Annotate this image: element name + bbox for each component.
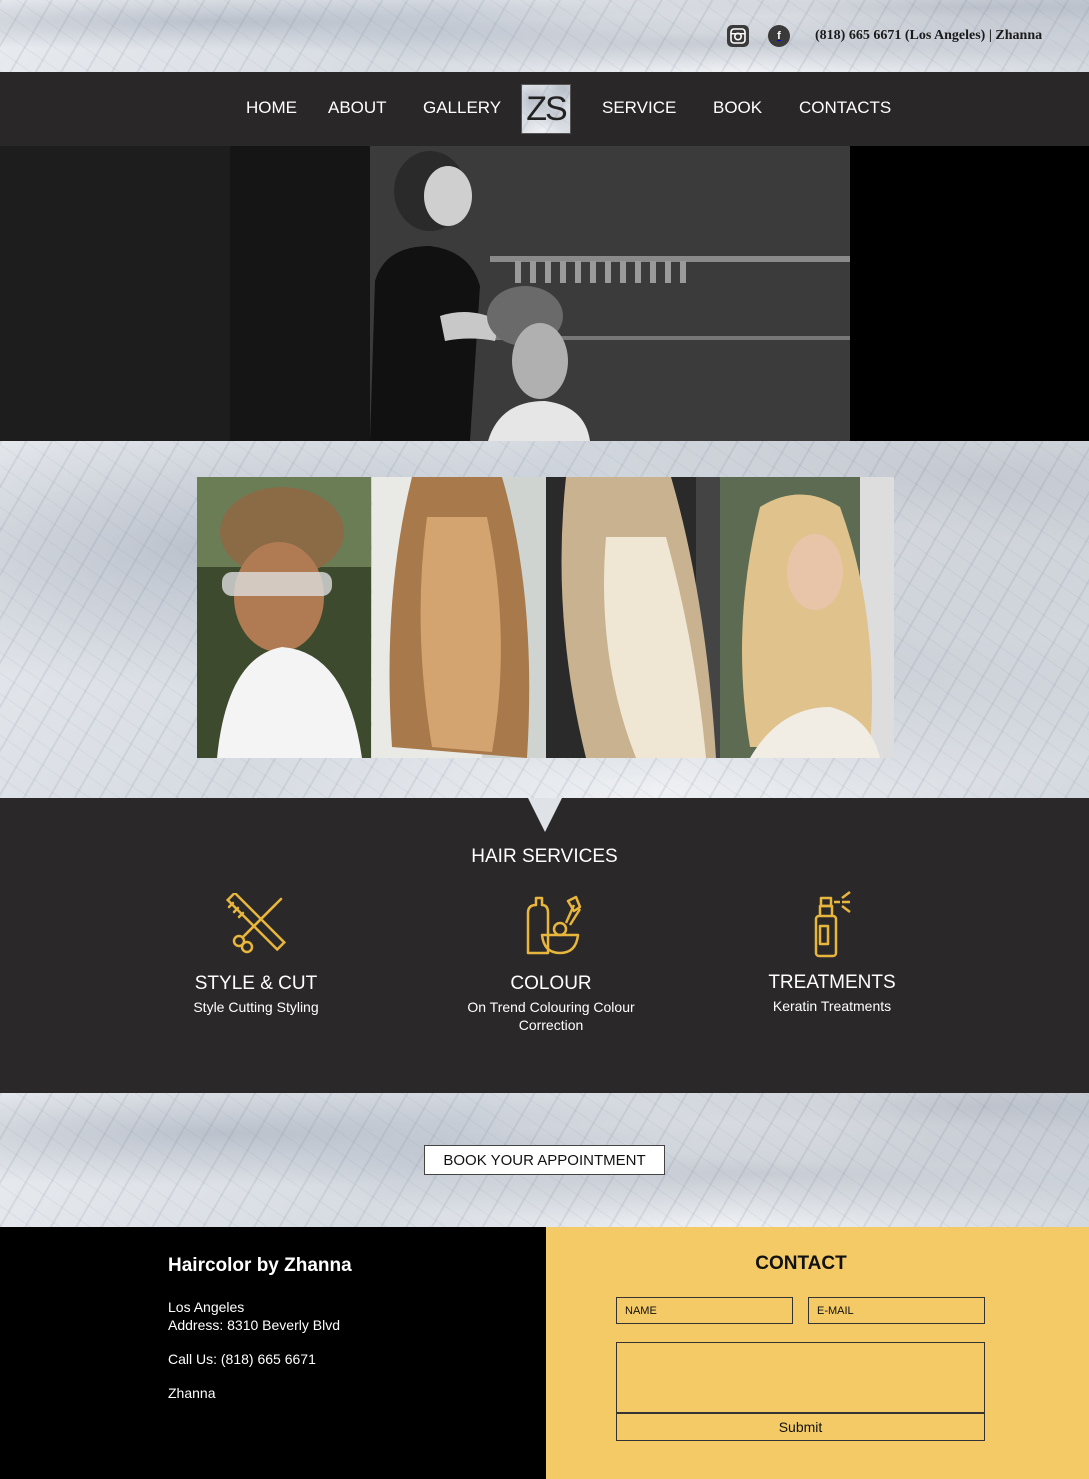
services-title: HAIR SERVICES xyxy=(471,846,618,867)
gallery-photo-balayage[interactable] xyxy=(372,477,546,758)
hero-image xyxy=(0,146,1089,441)
site-logo[interactable]: ZS xyxy=(521,84,571,134)
name-placeholder: NAME xyxy=(625,1304,657,1317)
service-treatments[interactable]: TREATMENTS Keratin Treatments xyxy=(732,890,932,1015)
instagram-link[interactable] xyxy=(727,25,749,47)
facebook-link[interactable]: f xyxy=(768,25,790,47)
footer-call: Call Us: (818) 665 6671 xyxy=(168,1351,316,1367)
contact-title: CONTACT xyxy=(755,1253,847,1274)
facebook-icon: f xyxy=(777,30,781,42)
service-colour[interactable]: COLOUR On Trend Colouring Colour Correct… xyxy=(451,893,651,1034)
nav-gallery[interactable]: GALLERY xyxy=(423,98,501,118)
message-field[interactable] xyxy=(616,1342,985,1413)
email-field[interactable]: E-MAIL xyxy=(808,1297,985,1324)
name-field[interactable]: NAME xyxy=(616,1297,793,1324)
submit-button[interactable]: Submit xyxy=(616,1413,985,1441)
business-name: Haircolor by Zhanna xyxy=(168,1255,352,1276)
footer-city: Los Angeles xyxy=(168,1299,245,1315)
nav-contacts[interactable]: CONTACTS xyxy=(799,98,891,118)
book-appointment-button[interactable]: BOOK YOUR APPOINTMENT xyxy=(424,1145,665,1175)
service-name: COLOUR xyxy=(510,973,592,994)
footer-info: Haircolor by Zhanna Los Angeles Address:… xyxy=(0,1227,546,1479)
logo-text: ZS xyxy=(526,89,567,128)
contact-form: CONTACT NAME E-MAIL Submit xyxy=(546,1227,1089,1479)
footer-address: Address: 8310 Beverly Blvd xyxy=(168,1317,340,1333)
service-name: STYLE & CUT xyxy=(194,973,318,994)
scissors-comb-icon xyxy=(225,893,287,954)
instagram-icon xyxy=(730,28,746,44)
nav-service[interactable]: SERVICE xyxy=(602,98,676,118)
gallery-photo-long-blonde[interactable] xyxy=(720,477,894,758)
nav-about[interactable]: ABOUT xyxy=(328,98,387,118)
nav-home[interactable]: HOME xyxy=(246,98,297,118)
service-desc: On Trend Colouring Colour Correction xyxy=(467,999,635,1033)
header-phone: (818) 665 6671 (Los Angeles) | Zhanna xyxy=(815,28,1043,43)
service-name: TREATMENTS xyxy=(768,972,896,993)
hair-dye-kit-icon xyxy=(526,895,582,955)
footer-owner: Zhanna xyxy=(168,1385,216,1401)
service-desc: Style Cutting Styling xyxy=(193,999,319,1015)
service-desc: Keratin Treatments xyxy=(772,998,892,1014)
hero-photo-illustration xyxy=(0,146,1089,441)
service-style-cut[interactable]: STYLE & CUT Style Cutting Styling xyxy=(156,893,356,1016)
spray-bottle-icon xyxy=(814,891,851,958)
gallery-photo-blonde-ombre[interactable] xyxy=(546,477,720,758)
section-notch xyxy=(528,798,562,832)
email-placeholder: E-MAIL xyxy=(817,1304,854,1317)
top-bar: f (818) 665 6671 (Los Angeles) | Zhanna xyxy=(0,0,1089,72)
gallery-photo-curly[interactable] xyxy=(197,477,371,758)
nav-book[interactable]: BOOK xyxy=(713,98,762,118)
